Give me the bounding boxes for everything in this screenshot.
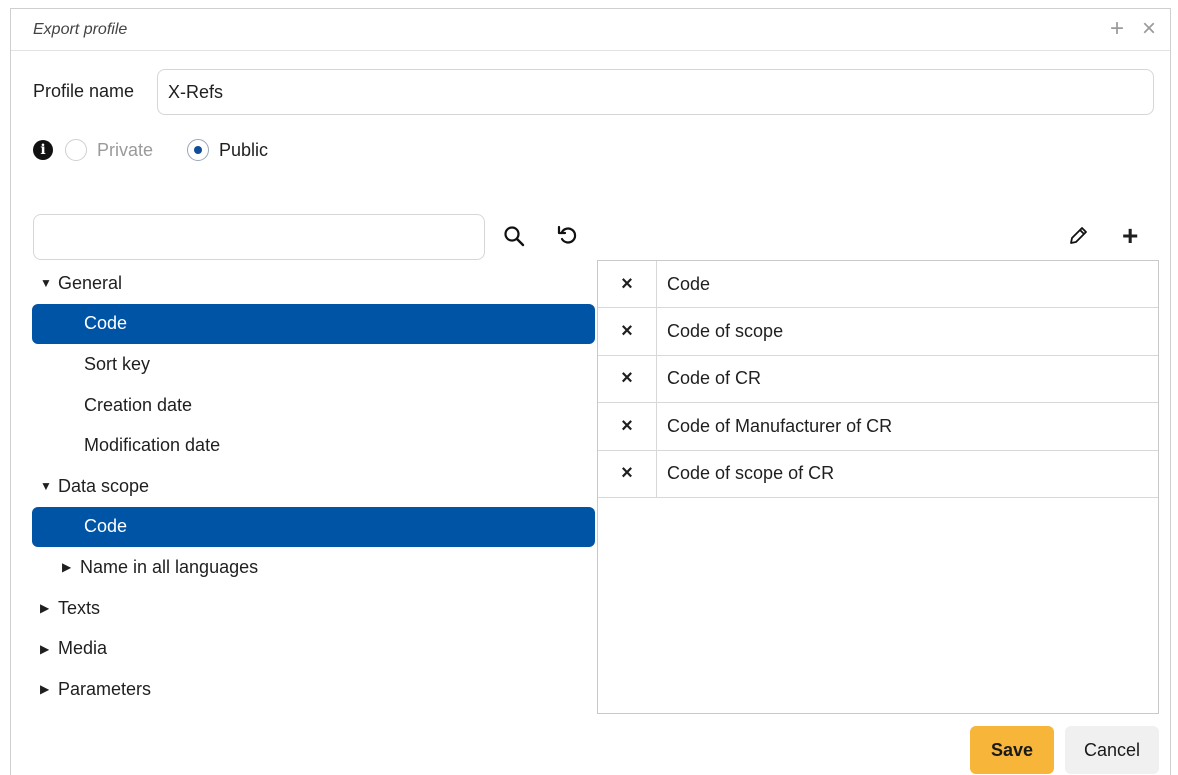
- pencil-icon[interactable]: [1067, 225, 1089, 252]
- selected-column-row: × Code of scope: [598, 308, 1158, 356]
- save-button[interactable]: Save: [970, 726, 1054, 774]
- tree-node-texts[interactable]: ▶ Texts: [32, 588, 595, 629]
- selected-column-label: Code of CR: [667, 368, 762, 389]
- public-label: Public: [219, 139, 269, 160]
- profile-name-row: Profile name: [33, 69, 1154, 115]
- attribute-tree: ▼ General Code Sort key Creation date Mod…: [32, 263, 595, 710]
- selected-column-label: Code of scope of CR: [667, 463, 835, 484]
- export-profile-dialog: Export profile + × Profile name i Privat…: [10, 8, 1171, 775]
- radio-dot: [194, 146, 203, 154]
- close-icon[interactable]: ×: [1142, 15, 1156, 43]
- tree-node-label: General: [58, 272, 123, 293]
- dialog-title: Export profile: [33, 21, 128, 38]
- info-icon[interactable]: i: [33, 140, 53, 160]
- tree-node-label: Media: [58, 638, 108, 659]
- remove-column-icon[interactable]: ×: [598, 261, 657, 308]
- cancel-button[interactable]: Cancel: [1065, 726, 1159, 774]
- profile-name-label: Profile name: [33, 81, 135, 101]
- selected-column-label: Code: [667, 273, 711, 294]
- remove-column-icon[interactable]: ×: [598, 450, 657, 497]
- private-label: Private: [97, 139, 154, 160]
- tree-node-name-all-languages[interactable]: ▶ Name in all languages: [32, 547, 595, 588]
- add-window-icon[interactable]: +: [1110, 15, 1124, 43]
- tree-item-label: Code: [84, 313, 128, 334]
- tree-node-label: Texts: [58, 597, 101, 618]
- tree-item-modification-date[interactable]: Modification date: [32, 425, 595, 466]
- public-radio[interactable]: [187, 139, 210, 161]
- private-radio-option[interactable]: Private: [65, 139, 153, 161]
- tree-node-media[interactable]: ▶ Media: [32, 628, 595, 669]
- tree-item-general-code[interactable]: Code: [32, 303, 595, 345]
- reset-icon[interactable]: [556, 224, 578, 251]
- remove-column-icon[interactable]: ×: [598, 355, 657, 403]
- visibility-options: i Private Public: [33, 139, 268, 161]
- tree-node-parameters[interactable]: ▶ Parameters: [32, 669, 595, 710]
- private-radio[interactable]: [65, 139, 87, 161]
- selected-column-label: Code of scope: [667, 321, 784, 342]
- tree-item-creation-date[interactable]: Creation date: [32, 385, 595, 426]
- caret-right-icon[interactable]: ▶: [40, 642, 58, 656]
- tree-item-label: Sort key: [84, 353, 151, 374]
- selected-column-row: × Code of scope of CR: [598, 450, 1158, 498]
- caret-right-icon[interactable]: ▶: [40, 682, 58, 696]
- caret-right-icon[interactable]: ▶: [40, 601, 58, 615]
- plus-icon[interactable]: +: [1122, 222, 1138, 250]
- tree-item-data-scope-code[interactable]: Code: [32, 506, 595, 548]
- caret-down-icon[interactable]: ▼: [40, 479, 58, 493]
- profile-name-input[interactable]: [157, 69, 1154, 115]
- search-icon[interactable]: [503, 225, 525, 252]
- selected-column-row: × Code of Manufacturer of CR: [598, 403, 1158, 451]
- tree-item-label: Creation date: [84, 394, 193, 415]
- caret-right-icon[interactable]: ▶: [62, 560, 80, 574]
- selected-columns-list: × Code × Code of scope × Code of CR × Co…: [597, 260, 1159, 714]
- tree-node-general[interactable]: ▼ General: [32, 263, 595, 304]
- tree-node-label: Parameters: [58, 678, 152, 699]
- selected-column-label: Code of Manufacturer of CR: [667, 415, 893, 436]
- tree-item-label: Code: [84, 516, 128, 537]
- dialog-titlebar: Export profile + ×: [11, 9, 1170, 51]
- title-actions: + ×: [1110, 15, 1156, 43]
- tree-item-label: Modification date: [84, 435, 221, 456]
- attribute-search-input[interactable]: [33, 214, 485, 260]
- tree-node-label: Data scope: [58, 475, 150, 496]
- public-radio-option[interactable]: Public: [187, 139, 268, 161]
- remove-column-icon[interactable]: ×: [598, 403, 657, 450]
- tree-node-label: Name in all languages: [80, 556, 259, 577]
- tree-item-sort-key[interactable]: Sort key: [32, 344, 595, 385]
- caret-down-icon[interactable]: ▼: [40, 276, 58, 290]
- selected-column-row: × Code: [598, 261, 1158, 309]
- tree-node-data-scope[interactable]: ▼ Data scope: [32, 466, 595, 507]
- remove-column-icon[interactable]: ×: [598, 308, 657, 355]
- selected-column-row: × Code of CR: [598, 355, 1158, 404]
